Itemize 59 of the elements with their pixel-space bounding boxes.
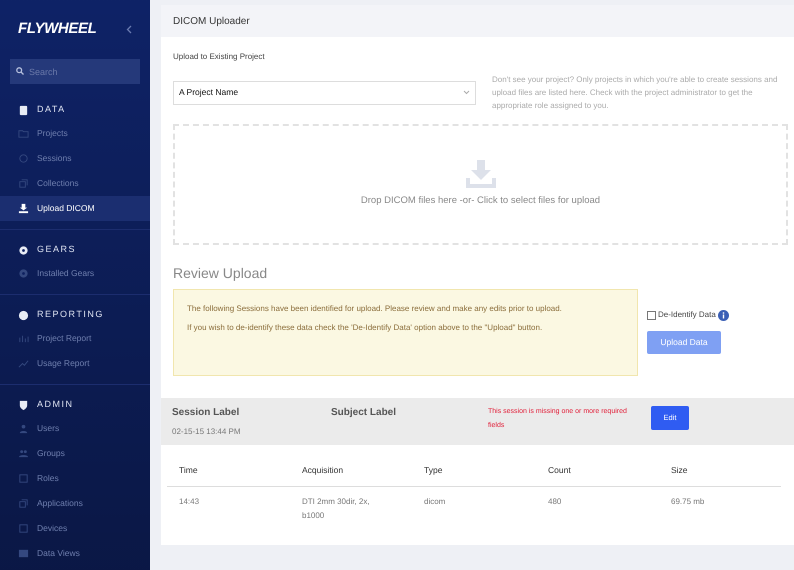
table-cell: 480 [536, 486, 659, 531]
nav-item[interactable]: Projects [0, 121, 150, 146]
nav-item[interactable]: Groups [0, 441, 150, 466]
search-icon [16, 66, 24, 74]
table-cell: 14:43 [167, 486, 290, 531]
square-icon [18, 523, 29, 534]
column-header: Type [412, 455, 536, 486]
nav-item[interactable]: Roles [0, 466, 150, 491]
chevron-left-icon[interactable] [126, 24, 132, 34]
nav-item[interactable]: Collections [0, 171, 150, 196]
checkbox[interactable] [647, 310, 656, 320]
section-heading: GEARS [37, 243, 76, 256]
folder-icon [18, 128, 29, 139]
users-icon [18, 448, 29, 459]
stack-icon [18, 498, 29, 509]
column-header: Acquisition [290, 455, 412, 486]
search-field[interactable]: Search [10, 59, 140, 84]
checkbox-label: De-Identify Data [658, 309, 716, 321]
column-heading: Session Label [172, 406, 240, 420]
nav-item[interactable]: Usage Report [0, 351, 150, 376]
page-title: DICOM Uploader [173, 14, 250, 28]
logo: FLYWHEEL [18, 19, 96, 39]
session-date: 02-15-15 13:44 PM [172, 426, 242, 438]
column-header: Count [536, 455, 659, 486]
shield-icon [18, 400, 29, 410]
column-header: Size [659, 455, 781, 486]
nav-item[interactable]: Devices [0, 516, 150, 541]
nav-item[interactable]: Applications [0, 491, 150, 516]
nav-item[interactable]: Data Views [0, 541, 150, 566]
stack-icon [18, 178, 29, 189]
table-cell: 69.75 mb [659, 486, 781, 531]
project-select[interactable]: A Project Name [173, 80, 476, 104]
field-label: Upload to Existing Project [173, 51, 266, 63]
download-icon [466, 160, 496, 188]
nav-item[interactable]: Upload DICOM [0, 196, 150, 221]
section-heading: ADMIN [37, 398, 74, 412]
section-heading: REPORTING [37, 308, 104, 322]
square-icon [18, 473, 29, 484]
notice-text: If you wish to de-identify these data check the 'De-Identify Data' option above to the "Upload" button. [187, 322, 544, 334]
grid-icon [18, 548, 29, 559]
column-heading: Subject Label [331, 406, 398, 420]
chevron-down-icon [463, 90, 470, 95]
line-icon [18, 358, 29, 369]
nav-item[interactable]: Installed Gears [0, 261, 150, 286]
nav-item[interactable]: Project Report [0, 326, 150, 351]
help-text: Don't see your project? Only projects in which you're able to create sessions and upload files are listed here. Check with the project administrator to get the appropriate role assigned to you. [492, 74, 778, 112]
dropzone[interactable]: Drop DICOM files here -or- Click to select files for upload [173, 124, 788, 245]
info-icon [718, 310, 729, 320]
notice-text: The following Sessions have been identified for upload. Please review and make any edits prior to upload. [187, 303, 563, 315]
table-cell: dicom [412, 486, 536, 531]
nav-item[interactable]: Users [0, 416, 150, 441]
section-heading: DATA [37, 103, 66, 116]
section-title: Review Upload [173, 264, 268, 283]
table-cell: DTI 2mm 30dir, 2x, b1000 [290, 486, 412, 531]
user-icon [18, 423, 29, 434]
bars-icon [18, 333, 29, 344]
column-header: Time [167, 455, 290, 486]
upload-icon [18, 203, 29, 214]
nav-item[interactable]: Sessions [0, 146, 150, 171]
